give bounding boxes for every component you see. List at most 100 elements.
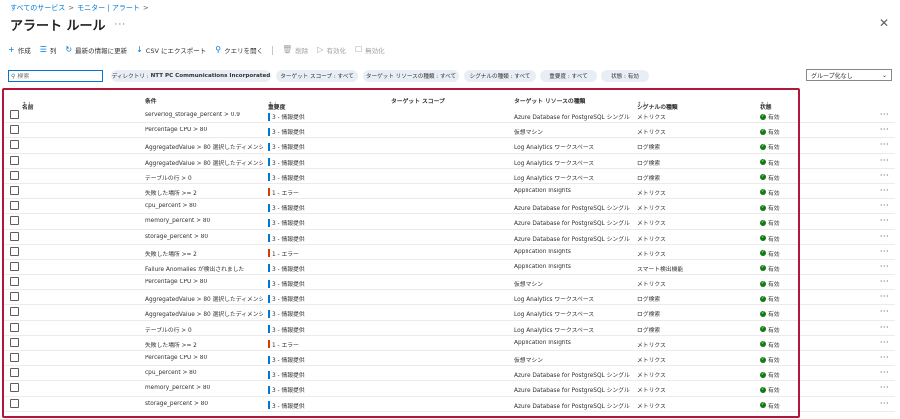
group-by-dropdown[interactable]: グループ化なし ⌄ [806,69,892,81]
table-row[interactable]: AggregatedValue > 80 選択したディメンシヨン... 3 - 情… [3,138,895,154]
row-more-icon[interactable]: ··· [880,307,889,316]
row-more-icon[interactable]: ··· [880,323,889,332]
severity-cell: 3 - 情報提供 [268,370,305,379]
table-row[interactable]: AggregatedValue > 80 選択したディメンシヨン... 3 - 情… [3,290,895,306]
table-row[interactable]: storage_percent > 80 3 - 情報提供 Azure Databa… [3,230,895,245]
table-row[interactable]: serverlog_storage_percent > 0.9 3 - 情報提供 A… [3,108,895,124]
row-checkbox[interactable] [10,261,19,271]
breadcrumb-all-services[interactable]: すべてのサービス [10,3,65,13]
table-row[interactable]: AggregatedValue > 80 選択したディメンシヨン... 3 - 情… [3,305,895,321]
condition-cell: storage_percent > 80 [145,400,209,407]
row-more-icon[interactable]: ··· [880,110,889,119]
column-header-resource-type[interactable]: ターゲット リソースの種類 [514,96,585,105]
row-checkbox[interactable] [10,368,19,378]
refresh-button[interactable]: ↻ 最新の情報に更新 [65,45,127,56]
row-checkbox[interactable] [10,292,19,302]
row-more-icon[interactable]: ··· [880,353,889,362]
table-row[interactable]: 失敗した場所 >= 2 1 - エラー Application Insights メト… [3,245,895,260]
row-checkbox[interactable] [10,322,19,332]
condition-cell: Percentage CPU > 80 [145,355,208,361]
table-row[interactable]: cpu_percent > 80 3 - 情報提供 Azure Database f… [3,366,895,382]
row-more-icon[interactable]: ··· [880,201,889,210]
table-row[interactable]: Percentage CPU > 80 3 - 情報提供 仮想マシン メトリクス ✓ 有効… [3,275,895,291]
row-more-icon[interactable]: ··· [880,125,889,134]
row-more-icon[interactable]: ··· [880,399,889,408]
severity-cell: 3 - 情報提供 [268,234,305,243]
export-csv-button[interactable]: ↓ CSV にエクスポート [136,45,206,56]
disable-button[interactable]: ☐ 無効化 [355,45,385,56]
row-more-icon[interactable]: ··· [880,383,889,392]
row-checkbox[interactable] [10,383,19,393]
breadcrumb-monitor-alerts[interactable]: モニター | アラート [77,3,140,13]
row-more-icon[interactable]: ··· [880,368,889,377]
row-checkbox[interactable] [10,140,19,150]
column-header-target-scope[interactable]: ターゲット スコープ [391,96,445,105]
severity-indicator [268,370,270,379]
create-button[interactable]: + 作成 [8,45,31,56]
search-box[interactable]: ⚲ [8,70,103,82]
enable-button[interactable]: ▷ 有効化 [317,45,346,56]
columns-button[interactable]: ☰ 列 [40,45,57,56]
state-label: 有効 [768,342,780,349]
search-input[interactable] [17,72,98,80]
check-circle-icon: ✓ [760,341,766,348]
row-checkbox[interactable] [10,353,19,362]
table-row[interactable]: Percentage CPU > 80 3 - 情報提供 仮想マシン メトリクス ✓ 有効… [3,123,895,139]
row-checkbox[interactable] [10,185,19,195]
filter-directory[interactable]: ディレクトリ : NTT PC Communications Incorporat… [111,70,271,82]
filter-bar: ⚲ ディレクトリ :NTT PC Communications Incorpor… [8,69,892,82]
row-checkbox[interactable] [10,170,19,180]
row-checkbox[interactable] [10,337,19,347]
table-row[interactable]: テーブルの行 > 0 3 - 情報提供 Log Analytics ワークスペース ロ… [3,169,895,184]
table-row[interactable]: memory_percent > 80 3 - 情報提供 Azure Databas… [3,214,895,230]
table-row[interactable]: Failure Anomalies が検出されました 3 - 情報提供 Applic… [3,260,895,276]
row-checkbox[interactable] [10,155,19,165]
row-more-icon[interactable]: ··· [880,171,889,180]
close-icon[interactable]: ✕ [879,16,889,30]
filter-resource-type[interactable]: ターゲット リソースの種類 : すべて [363,70,459,82]
row-more-icon[interactable]: ··· [880,140,889,149]
row-more-icon[interactable]: ··· [880,292,889,301]
table-row[interactable]: 失敗した場所 >= 2 1 - エラー Application Insights メト… [3,184,895,200]
state-cell: ✓ 有効 [760,309,780,318]
table-row[interactable]: Percentage CPU > 80 3 - 情報提供 仮想マシン メトリクス ✓ 有効… [3,351,895,367]
delete-button[interactable]: 🗑 削除 [282,45,308,56]
open-query-button[interactable]: ⚲ クエリを開く [215,45,263,56]
row-checkbox[interactable] [10,277,19,287]
table-row[interactable]: memory_percent > 80 3 - 情報提供 Azure Databas… [3,381,895,397]
filter-severity[interactable]: 重要度 : すべて [540,70,597,82]
severity-cell: 3 - 情報提供 [268,203,305,212]
row-checkbox[interactable] [10,125,19,135]
state-cell: ✓ 有効 [760,234,780,243]
filter-state[interactable]: 状態 : 有効 [601,70,649,82]
column-header-condition[interactable]: 条件 [145,96,157,105]
table-row[interactable]: cpu_percent > 80 3 - 情報提供 Azure Database f… [3,199,895,215]
state-label: 有効 [768,388,780,395]
state-label: 有効 [768,282,780,289]
row-checkbox[interactable] [10,231,19,241]
row-more-icon[interactable]: ··· [880,277,889,286]
filter-signal-type[interactable]: シグナルの種類 : すべて [464,70,536,82]
severity-label: 3 - 情報提供 [272,282,305,289]
filter-target-scope[interactable]: ターゲット スコープ : すべて [276,70,358,82]
row-checkbox[interactable] [10,201,19,211]
more-options-icon[interactable]: ··· [115,20,127,30]
table-row[interactable]: 失敗した場所 >= 2 1 - エラー Application Insights メト… [3,336,895,351]
row-checkbox[interactable] [10,307,19,317]
row-more-icon[interactable]: ··· [880,216,889,225]
toolbar-divider [272,45,274,55]
table-row[interactable]: AggregatedValue > 80 選択したディメンシヨン... 3 - 情… [3,154,895,169]
row-more-icon[interactable]: ··· [880,186,889,195]
row-checkbox[interactable] [10,398,19,408]
row-checkbox[interactable] [10,246,19,256]
table-row[interactable]: storage_percent > 80 3 - 情報提供 Azure Databa… [3,397,895,412]
row-more-icon[interactable]: ··· [880,247,889,256]
table-row[interactable]: テーブルの行 > 0 3 - 情報提供 Log Analytics ワークスペース ロ… [3,321,895,336]
refresh-icon: ↻ [65,45,73,54]
row-more-icon[interactable]: ··· [880,338,889,347]
row-checkbox[interactable] [10,216,19,226]
row-more-icon[interactable]: ··· [880,262,889,271]
row-more-icon[interactable]: ··· [880,232,889,241]
row-checkbox[interactable] [10,110,19,119]
row-more-icon[interactable]: ··· [880,156,889,165]
